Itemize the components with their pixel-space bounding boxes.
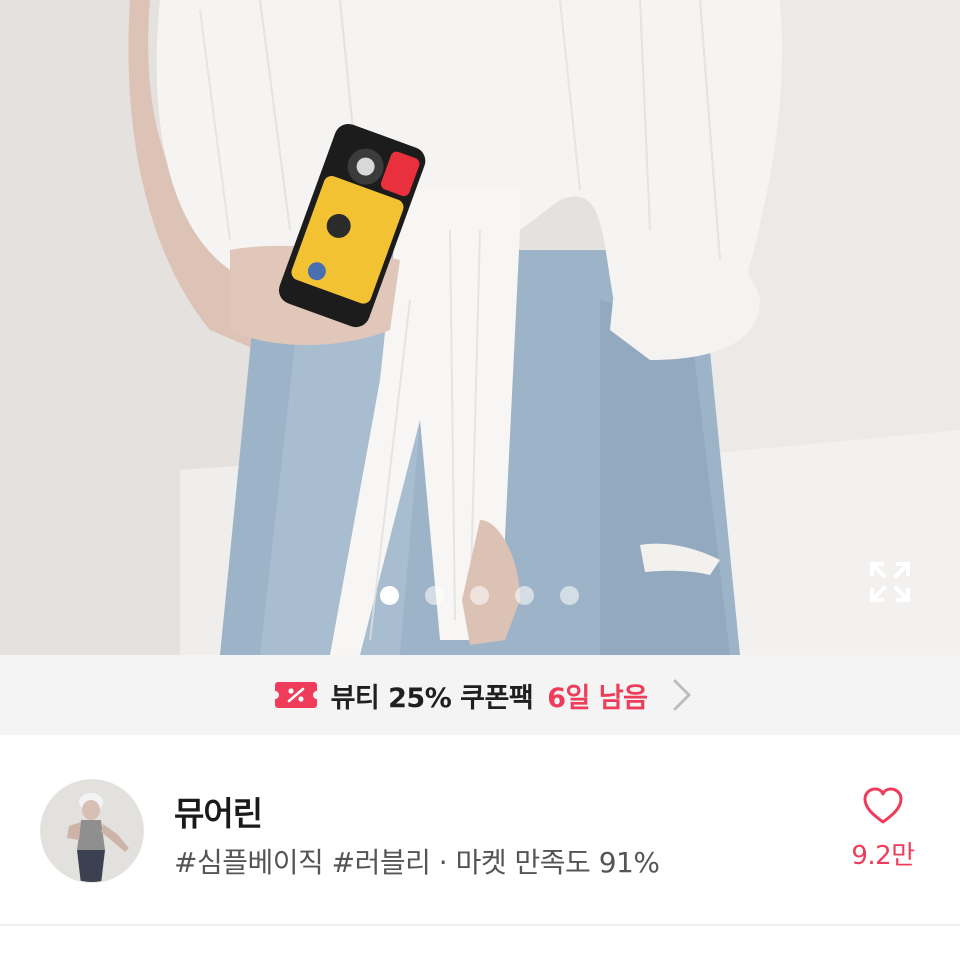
seller-tags-satisfaction: #심플베이직 #러블리 · 마켓 만족도 91% — [174, 846, 660, 879]
avatar[interactable] — [40, 779, 144, 883]
coupon-days-left: 6일 남음 — [547, 682, 648, 714]
carousel-dot-3[interactable] — [470, 586, 489, 605]
coupon-content: 뷰티 25% 쿠폰팩 6일 남음 — [274, 676, 694, 715]
carousel-dot-5[interactable] — [560, 586, 579, 605]
product-photo — [0, 0, 960, 655]
coupon-percent-icon — [274, 682, 317, 708]
seller-info[interactable]: 뮤어린 #심플베이직 #러블리 · 마켓 만족도 91% 9.2만 — [0, 735, 960, 925]
like-count: 9.2만 — [851, 841, 915, 871]
coupon-label: 뷰티 25% 쿠폰팩 — [330, 682, 534, 714]
carousel-dot-1[interactable] — [380, 586, 399, 605]
seller-name[interactable]: 뮤어린 — [174, 787, 263, 835]
coupon-banner[interactable]: 뷰티 25% 쿠폰팩 6일 남음 — [0, 655, 960, 735]
carousel-dot-2[interactable] — [425, 586, 444, 605]
like-button[interactable]: 9.2만 — [845, 787, 921, 872]
divider — [0, 924, 960, 926]
product-image-carousel[interactable] — [0, 0, 960, 655]
heart-icon[interactable] — [862, 787, 904, 825]
expand-icon[interactable] — [866, 558, 914, 606]
carousel-indicator[interactable] — [380, 586, 579, 605]
chevron-right-icon — [673, 679, 691, 711]
carousel-dot-4[interactable] — [515, 586, 534, 605]
product-page: 뷰티 25% 쿠폰팩 6일 남음 뮤어린 #심플베이직 #러블리 · 마켓 만족… — [0, 0, 960, 960]
